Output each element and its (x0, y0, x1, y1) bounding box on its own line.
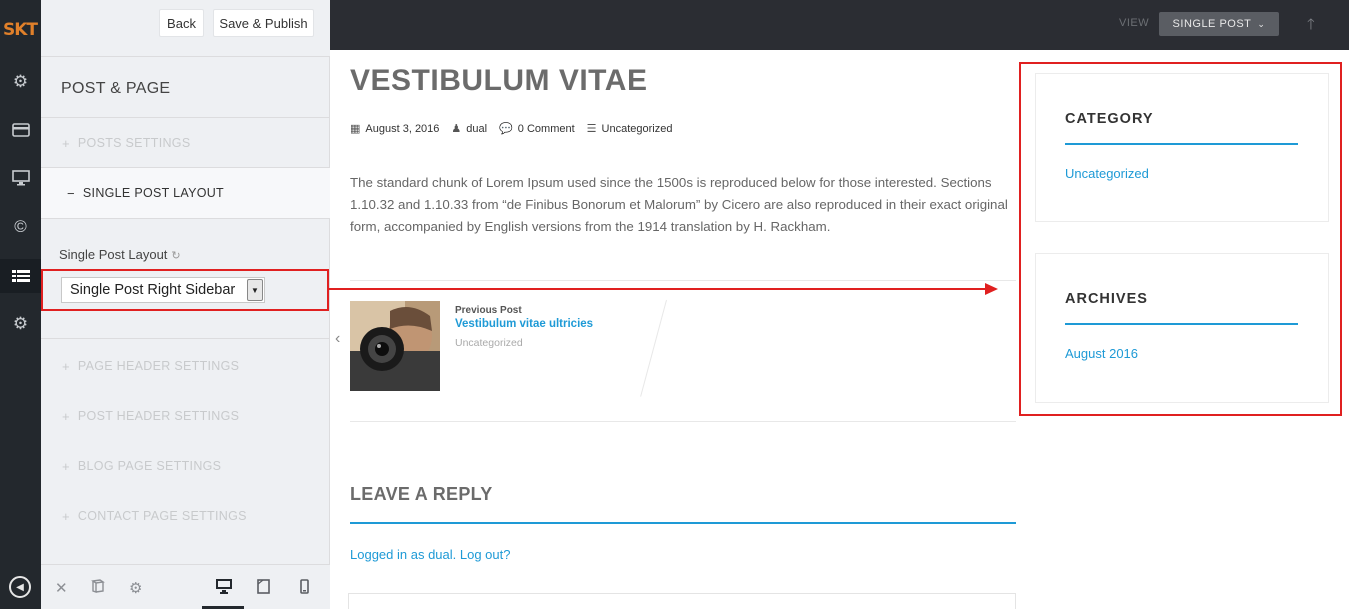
highlight-box (41, 269, 329, 311)
plus-icon: + (62, 458, 70, 474)
calendar-icon: ▦ (350, 123, 361, 135)
prev-post-title[interactable]: Vestibulum vitae ultricies (455, 318, 593, 330)
post-date[interactable]: August 3, 2016 (365, 123, 439, 135)
divider (41, 218, 330, 219)
panel-topbar: Back Save & Publish (41, 0, 330, 57)
reply-underline (350, 522, 1016, 524)
layout-icon[interactable] (0, 259, 41, 293)
skt-logo: SKT (3, 20, 38, 40)
accordion-label: POSTS SETTINGS (77, 136, 191, 150)
comment-textarea[interactable] (348, 593, 1016, 609)
control-label-text: Single Post Layout (59, 247, 168, 262)
accordion-posts-settings[interactable]: + POSTS SETTINGS (41, 118, 330, 168)
gear-icon[interactable]: ⚙ (0, 307, 41, 341)
accordion-page-header-settings[interactable]: + PAGE HEADER SETTINGS (41, 341, 330, 391)
back-button[interactable]: Back (159, 9, 204, 37)
plus-icon: + (62, 135, 70, 151)
gear-icon[interactable]: ⚙ (0, 65, 41, 99)
list-icon: ☰ (586, 123, 597, 135)
tablet-preview-icon[interactable] (257, 579, 270, 598)
accordion-label: SINGLE POST LAYOUT (82, 186, 224, 200)
save-publish-button[interactable]: Save & Publish (213, 9, 314, 37)
accordion-label: PAGE HEADER SETTINGS (77, 359, 240, 373)
annotation-arrow-head (985, 283, 998, 295)
plus-icon: + (62, 358, 70, 374)
back-circle-icon[interactable]: ◀ (9, 576, 31, 598)
panel-footer: ✕ ⚙ (41, 564, 330, 609)
mobile-preview-icon[interactable] (300, 579, 309, 598)
admin-icon-rail: SKT ⚙ © ⚙ ◀ (0, 0, 41, 609)
book-icon[interactable] (91, 579, 105, 597)
gear-icon[interactable]: ⚙ (129, 579, 142, 597)
preview-toolbar: VIEW SINGLE POST ⌄ 🡑 (330, 0, 1349, 50)
post-comments[interactable]: 0 Comment (518, 123, 575, 135)
reply-title: LEAVE A REPLY (350, 484, 493, 504)
card-icon[interactable] (0, 113, 41, 147)
post-excerpt: The standard chunk of Lorem Ipsum used s… (350, 175, 1008, 234)
divider (350, 280, 1016, 281)
chevron-left-icon[interactable]: ‹ (335, 330, 340, 348)
accordion-label: POST HEADER SETTINGS (77, 409, 240, 423)
plus-icon: + (62, 508, 70, 524)
single-post-layout-label: Single Post Layout ↻ (59, 247, 181, 262)
desktop-preview-icon[interactable] (216, 579, 232, 598)
prev-post-label: Previous Post (455, 305, 522, 316)
post-category[interactable]: Uncategorized (602, 123, 673, 135)
post-meta: ▦ August 3, 2016 ♟ dual 💬 0 Comment ☰ Uncate… (350, 122, 684, 136)
view-label: VIEW (1119, 17, 1150, 29)
user-icon: ♟ (451, 123, 462, 135)
accordion-contact-page-settings[interactable]: + CONTACT PAGE SETTINGS (41, 491, 330, 541)
prev-post-category[interactable]: Uncategorized (455, 337, 523, 349)
view-select-value: SINGLE POST (1172, 18, 1252, 30)
logged-in-link[interactable]: Logged in as dual. Log out? (350, 547, 510, 562)
monitor-icon[interactable] (0, 161, 41, 195)
accordion-post-header-settings[interactable]: + POST HEADER SETTINGS (41, 391, 330, 441)
chevron-down-icon: ⌄ (1257, 18, 1266, 29)
accordion-single-post-layout[interactable]: − SINGLE POST LAYOUT (41, 168, 330, 218)
section-title: POST & PAGE (61, 80, 171, 97)
divider (350, 421, 1016, 422)
plus-icon: + (62, 408, 70, 424)
comment-icon: 💬 (499, 123, 513, 135)
accordion-label: CONTACT PAGE SETTINGS (77, 509, 247, 523)
view-select[interactable]: SINGLE POST ⌄ (1159, 12, 1279, 36)
post-title: VESTIBULUM VITAE (350, 64, 648, 97)
prev-post-thumbnail[interactable] (350, 301, 440, 391)
divider (41, 338, 330, 339)
copyright-icon[interactable]: © (0, 210, 41, 244)
accordion-label: BLOG PAGE SETTINGS (77, 459, 222, 473)
minus-icon: − (67, 185, 75, 201)
highlight-box (1019, 62, 1342, 416)
post-author[interactable]: dual (466, 123, 487, 135)
divider (640, 299, 667, 397)
annotation-arrow-line (329, 288, 987, 290)
accordion-blog-page-settings[interactable]: + BLOG PAGE SETTINGS (41, 441, 330, 491)
reload-icon[interactable]: ↻ (171, 250, 180, 262)
arrow-up-icon[interactable]: 🡑 (1307, 14, 1315, 39)
close-icon[interactable]: ✕ (55, 579, 68, 597)
